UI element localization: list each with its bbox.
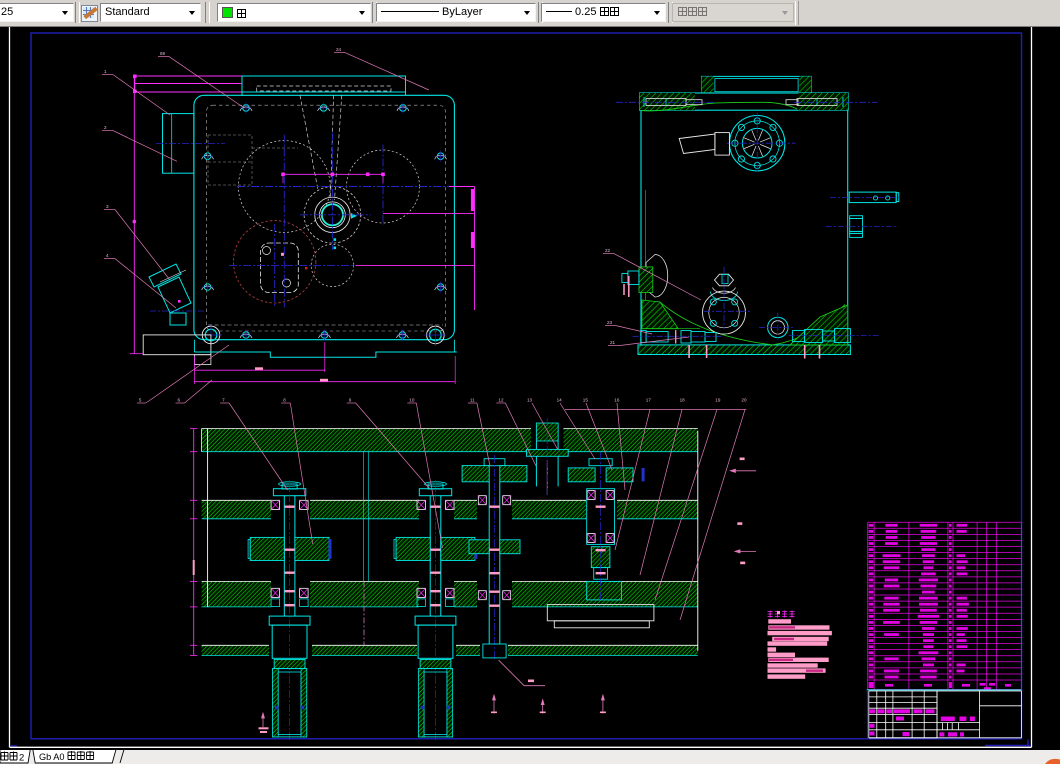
svg-text:Gb A0: Gb A0	[39, 752, 65, 762]
svg-text:14: 14	[557, 398, 563, 403]
svg-text:1: 1	[104, 69, 107, 74]
svg-text:6: 6	[178, 398, 181, 403]
svg-text:10: 10	[409, 398, 415, 403]
svg-text:5: 5	[139, 398, 142, 403]
svg-text:13: 13	[527, 398, 533, 403]
svg-text:22: 22	[605, 248, 611, 253]
svg-text:24: 24	[336, 47, 342, 52]
svg-text:19: 19	[715, 398, 721, 403]
svg-text:4: 4	[106, 253, 109, 258]
svg-text:21: 21	[610, 340, 616, 345]
svg-text:2: 2	[19, 753, 24, 764]
svg-text:2: 2	[104, 125, 107, 130]
svg-text:15: 15	[583, 398, 589, 403]
svg-text:20: 20	[741, 398, 747, 403]
svg-text:23: 23	[607, 320, 613, 325]
svg-text:18: 18	[680, 398, 686, 403]
svg-text:11: 11	[470, 398, 475, 403]
svg-text:8: 8	[283, 398, 286, 403]
svg-text:16: 16	[614, 398, 620, 403]
svg-text:3: 3	[106, 204, 109, 209]
svg-text:12: 12	[498, 398, 504, 403]
svg-text:7: 7	[222, 398, 225, 403]
svg-text:17: 17	[646, 398, 652, 403]
svg-text:69: 69	[160, 51, 166, 56]
svg-text:9: 9	[349, 398, 352, 403]
